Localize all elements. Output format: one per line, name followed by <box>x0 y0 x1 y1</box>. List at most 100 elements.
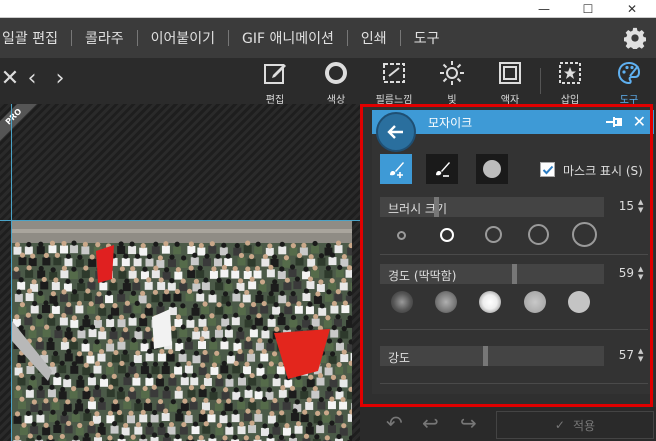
brush-size-preset-5[interactable] <box>572 222 597 247</box>
hardness-preset-4[interactable] <box>524 291 546 313</box>
crowd-figure <box>75 355 84 364</box>
crowd-figure <box>214 329 223 338</box>
hardness-preset-2[interactable] <box>435 291 457 313</box>
spinner-arrows-icon[interactable]: ▲ ▼ <box>638 265 648 281</box>
crowd-head <box>76 398 82 404</box>
crowd-head <box>294 399 300 405</box>
crowd-image <box>12 221 352 441</box>
crowd-head <box>146 373 153 379</box>
slider-thumb[interactable] <box>483 346 488 366</box>
slider-thumb[interactable] <box>434 197 439 217</box>
crowd-figure <box>334 293 343 302</box>
tool-light[interactable]: 빛 <box>428 60 476 106</box>
gear-icon[interactable] <box>624 27 646 49</box>
maximize-button[interactable]: ☐ <box>566 0 610 18</box>
crowd-head <box>180 324 186 330</box>
menu-tools[interactable]: 도구 <box>414 28 440 48</box>
tool-edit[interactable]: 편집 <box>251 60 299 106</box>
menu-batch-edit[interactable]: 일괄 편집 <box>2 28 58 48</box>
crowd-head <box>341 349 347 355</box>
undo-icon[interactable]: ↩ <box>422 411 439 435</box>
tool-film[interactable]: 필름느낌 <box>370 60 418 106</box>
shape-fill-button[interactable] <box>476 154 508 184</box>
crowd-head <box>226 325 232 331</box>
crowd-head <box>113 349 119 356</box>
next-arrow-icon[interactable]: › <box>50 66 70 91</box>
crowd-figure <box>63 403 72 412</box>
crowd-head <box>141 338 148 344</box>
brush-size-slider[interactable]: 브러시 크기 <box>380 197 604 217</box>
brush-erase-button[interactable] <box>426 154 458 184</box>
crowd-head <box>164 267 170 273</box>
hardness-preset-3[interactable] <box>479 291 501 313</box>
brush-size-preset-3[interactable] <box>485 226 502 243</box>
crowd-head <box>61 240 67 247</box>
crowd-head <box>95 432 101 438</box>
hardness-preset-5[interactable] <box>568 291 590 313</box>
crowd-head <box>312 265 318 271</box>
crowd-head <box>71 386 77 392</box>
nav-close-icon[interactable]: ✕ <box>0 66 20 91</box>
crowd-head <box>118 289 124 295</box>
redo-icon[interactable]: ↪ <box>460 411 477 435</box>
brush-size-preset-2[interactable] <box>440 228 454 242</box>
strength-label: 강도 <box>388 351 411 365</box>
crowd-figure <box>272 306 281 315</box>
crowd-head <box>175 314 182 320</box>
strength-slider[interactable]: 강도 <box>380 346 604 366</box>
crowd-head <box>225 253 231 259</box>
hardness-preset-1[interactable] <box>391 291 413 313</box>
minimize-button[interactable]: — <box>522 0 566 18</box>
spinner-arrows-icon[interactable]: ▲ ▼ <box>638 347 648 363</box>
crowd-figure <box>278 295 287 304</box>
crowd-head <box>27 433 33 439</box>
crowd-figure <box>98 331 107 340</box>
brush-size-preset-4[interactable] <box>528 224 549 245</box>
tool-color[interactable]: 색상 <box>312 60 360 106</box>
crowd-head <box>134 300 140 306</box>
tool-frame[interactable]: 액자 <box>486 60 534 106</box>
image-canvas[interactable]: PRO <box>0 104 360 441</box>
brush-add-button[interactable] <box>380 154 412 184</box>
crowd-head <box>41 276 47 283</box>
menu-stitch[interactable]: 이어붙이기 <box>151 28 215 48</box>
tool-insert[interactable]: 삽입 <box>546 60 594 106</box>
bottom-action-bar: ↶ ↩ ↪ ✓ 적용 <box>360 407 656 441</box>
crowd-head <box>303 266 309 272</box>
crowd-head <box>237 326 243 333</box>
brush-size-value[interactable]: 15 <box>612 199 634 213</box>
crowd-head <box>279 290 285 296</box>
crowd-head <box>315 291 321 297</box>
back-button[interactable] <box>376 112 416 152</box>
tool-tools[interactable]: 도구 <box>605 60 653 106</box>
crowd-figure <box>190 257 199 266</box>
crowd-figure <box>117 245 126 254</box>
pin-icon[interactable] <box>604 114 624 130</box>
mask-checkbox[interactable] <box>540 162 555 177</box>
crowd-figure <box>24 246 33 255</box>
hardness-value[interactable]: 59 <box>612 266 634 280</box>
undo-all-icon[interactable]: ↶ <box>386 411 403 435</box>
crowd-figure <box>209 270 218 279</box>
crowd-head <box>129 386 135 392</box>
close-panel-icon[interactable]: ✕ <box>633 112 646 131</box>
spinner-arrows-icon[interactable]: ▲ ▼ <box>638 198 648 214</box>
menu-gif-animation[interactable]: GIF 애니메이션 <box>242 28 334 48</box>
crowd-head <box>335 240 342 246</box>
crowd-head <box>273 302 279 308</box>
slider-thumb[interactable] <box>512 264 517 284</box>
prev-arrow-icon[interactable]: ‹ <box>22 66 42 91</box>
crowd-head <box>318 396 324 403</box>
crowd-head <box>27 385 33 391</box>
hardness-slider[interactable]: 경도 (딱딱함) <box>380 264 604 284</box>
crowd-figure <box>248 377 257 386</box>
crowd-figure <box>157 426 166 435</box>
menu-print[interactable]: 인쇄 <box>361 28 387 48</box>
apply-button[interactable]: ✓ 적용 <box>496 411 654 439</box>
close-window-button[interactable]: ✕ <box>610 0 654 18</box>
crowd-figure <box>167 426 176 435</box>
menu-collage[interactable]: 콜라주 <box>85 28 124 48</box>
strength-value[interactable]: 57 <box>612 348 634 362</box>
crowd-head <box>186 336 192 343</box>
brush-size-preset-1[interactable] <box>397 231 406 240</box>
